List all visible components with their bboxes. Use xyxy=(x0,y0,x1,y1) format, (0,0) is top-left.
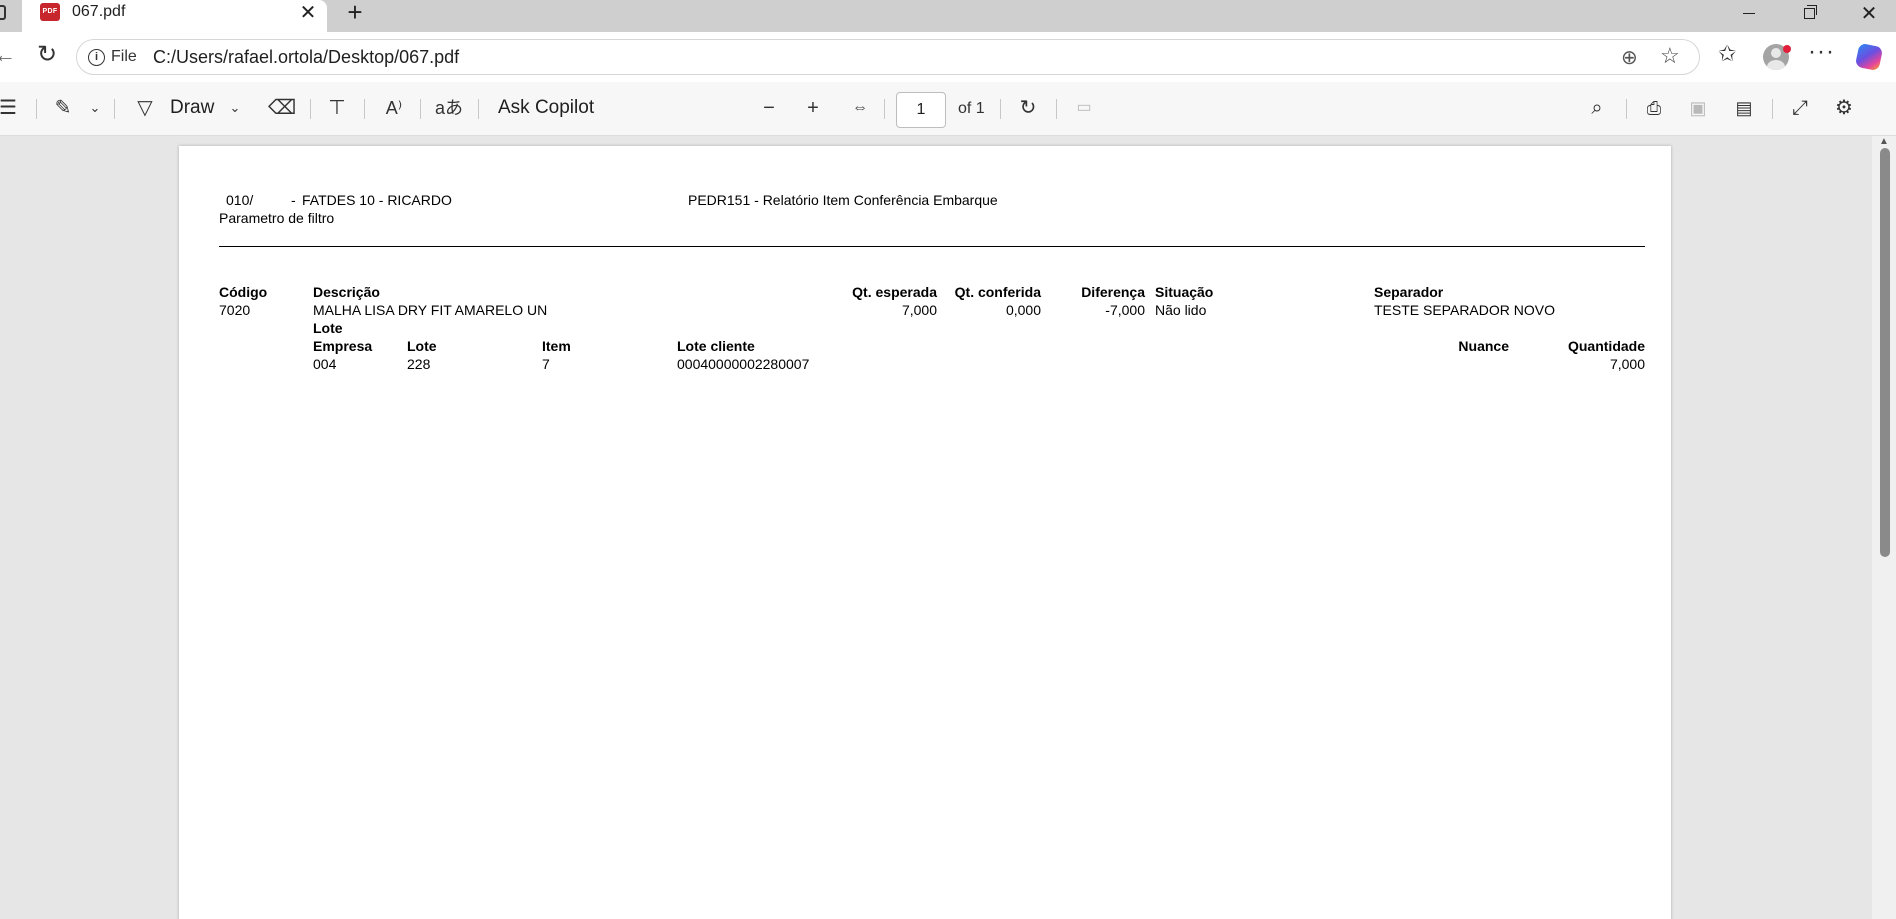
scroll-up-icon[interactable]: ▲ xyxy=(1879,136,1889,147)
tab-actions-icon[interactable] xyxy=(0,5,6,20)
lote-section-label: Lote xyxy=(313,320,343,336)
item-codigo: 7020 xyxy=(219,302,251,318)
item-descricao: MALHA LISA DRY FIT AMARELO UN xyxy=(313,302,548,318)
scrollbar-thumb[interactable] xyxy=(1880,148,1890,557)
header-rule xyxy=(219,246,1645,247)
profile-notification-dot xyxy=(1783,45,1791,53)
eraser-icon[interactable]: ⌫ xyxy=(268,94,296,122)
vertical-scrollbar[interactable]: ▲ xyxy=(1872,136,1896,919)
copilot-icon[interactable] xyxy=(1854,42,1884,72)
toolbar-separator xyxy=(1772,99,1773,119)
toolbar-separator xyxy=(478,99,479,119)
print-icon[interactable]: ⎙ xyxy=(1640,94,1668,122)
refresh-icon[interactable]: ↻ xyxy=(32,40,62,70)
tab-strip: PDF 067.pdf ✕ + ✕ xyxy=(0,0,1896,32)
item-qt-esperada: 7,000 xyxy=(901,302,937,318)
page-view-icon[interactable]: ▭ xyxy=(1070,94,1098,122)
toolbar-separator xyxy=(420,99,421,119)
text-box-icon[interactable]: ⊤ xyxy=(324,94,350,122)
pdf-page: 010/ - FATDES 10 - RICARDO PEDR151 - Rel… xyxy=(179,146,1671,919)
col-situacao: Situação xyxy=(1155,284,1214,300)
item-qt-conferida: 0,000 xyxy=(1005,302,1041,318)
toolbar-separator xyxy=(364,99,365,119)
toolbar-separator xyxy=(1000,99,1001,119)
highlight-icon[interactable]: ✎ xyxy=(50,94,76,122)
col-codigo: Código xyxy=(219,284,268,300)
url-text[interactable]: C:/Users/rafael.ortola/Desktop/067.pdf xyxy=(153,47,459,68)
toolbar-separator xyxy=(310,99,311,119)
filter-label: Parametro de filtro xyxy=(219,210,335,226)
minimize-icon[interactable] xyxy=(1726,0,1772,28)
item-diferenca: -7,000 xyxy=(1105,302,1145,318)
site-info-icon[interactable]: i xyxy=(88,49,105,66)
window-close-icon[interactable]: ✕ xyxy=(1846,0,1892,28)
col-descricao: Descrição xyxy=(313,284,380,300)
report-title: PEDR151 - Relatório Item Conferência Emb… xyxy=(688,192,998,208)
lote-quantidade: 7,000 xyxy=(1609,356,1645,372)
file-label: File xyxy=(111,48,137,65)
read-aloud-icon[interactable]: A⁾ xyxy=(380,94,408,122)
highlight-dropdown-icon[interactable]: ⌄ xyxy=(86,94,104,122)
settings-gear-icon[interactable]: ⚙ xyxy=(1830,94,1858,122)
contents-icon[interactable]: ☰ xyxy=(0,94,20,122)
fit-to-width-icon[interactable]: ⇔ xyxy=(846,94,874,122)
more-options-icon[interactable]: ··· xyxy=(1808,38,1835,66)
address-bar-row: ← ↻ i File C:/Users/rafael.ortola/Deskto… xyxy=(0,32,1896,82)
pdf-toolbar: ☰ ✎ ⌄ ▽ Draw ⌄ ⌫ ⊤ A⁾ aあ Ask Copilot − +… xyxy=(0,82,1896,136)
address-bar[interactable]: i File C:/Users/rafael.ortola/Desktop/06… xyxy=(76,39,1700,75)
back-icon[interactable]: ← xyxy=(0,42,16,70)
draw-button[interactable]: Draw xyxy=(170,94,216,122)
tab-067-pdf[interactable]: PDF 067.pdf ✕ xyxy=(22,0,327,32)
toolbar-separator xyxy=(114,99,115,119)
draw-icon[interactable]: ▽ xyxy=(132,94,158,122)
header-code: 010/ xyxy=(226,192,254,208)
lote-col-nuance: Nuance xyxy=(1458,338,1509,354)
header-dash: - xyxy=(291,192,296,208)
translate-icon[interactable]: aあ xyxy=(434,94,464,122)
col-qt-esperada: Qt. esperada xyxy=(852,284,937,300)
pdf-file-icon: PDF xyxy=(40,3,60,21)
tab-title: 067.pdf xyxy=(72,3,126,20)
rotate-icon[interactable]: ↻ xyxy=(1014,94,1042,122)
toolbar-separator xyxy=(36,99,37,119)
lote-col-empresa: Empresa xyxy=(313,338,373,354)
favorites-icon[interactable]: ✩ xyxy=(1718,41,1736,67)
zoom-out-icon[interactable]: − xyxy=(756,94,782,122)
lote-col-item: Item xyxy=(542,338,571,354)
page-number-input[interactable]: 1 xyxy=(896,92,946,128)
zoom-in-icon[interactable]: + xyxy=(800,94,826,122)
ask-copilot-button[interactable]: Ask Copilot xyxy=(498,94,608,122)
col-separador: Separador xyxy=(1374,284,1444,300)
save-icon[interactable]: ▣ xyxy=(1684,94,1712,122)
item-situacao: Não lido xyxy=(1155,302,1207,318)
header-name: FATDES 10 - RICARDO xyxy=(302,192,452,208)
restore-icon[interactable] xyxy=(1786,0,1832,28)
col-diferenca: Diferença xyxy=(1081,284,1145,300)
toolbar-separator xyxy=(884,99,885,119)
search-icon[interactable]: ⌕ xyxy=(1584,94,1610,122)
page-count: of 1 xyxy=(958,100,985,117)
new-tab-icon[interactable]: + xyxy=(340,0,370,26)
fullscreen-icon[interactable]: ⤢ xyxy=(1786,94,1814,122)
lote-item: 7 xyxy=(542,356,550,372)
zoom-icon[interactable]: ⊕ xyxy=(1621,45,1638,70)
lote-lote: 228 xyxy=(407,356,431,372)
col-qt-conferida: Qt. conferida xyxy=(954,284,1041,300)
pdf-viewer[interactable]: 010/ - FATDES 10 - RICARDO PEDR151 - Rel… xyxy=(0,136,1896,919)
draw-dropdown-icon[interactable]: ⌄ xyxy=(226,94,244,122)
lote-empresa: 004 xyxy=(313,356,337,372)
toolbar-separator xyxy=(1626,99,1627,119)
favorite-star-icon[interactable]: ☆ xyxy=(1660,43,1680,69)
lote-col-lote: Lote xyxy=(407,338,437,354)
lote-cliente: 00040000002280007 xyxy=(677,356,810,372)
item-separador: TESTE SEPARADOR NOVO xyxy=(1374,302,1555,318)
close-tab-icon[interactable]: ✕ xyxy=(295,0,321,26)
lote-col-lote-cliente: Lote cliente xyxy=(677,338,755,354)
lote-col-quantidade: Quantidade xyxy=(1567,338,1645,354)
toolbar-separator xyxy=(1056,99,1057,119)
save-as-icon[interactable]: ▤ xyxy=(1730,94,1758,122)
